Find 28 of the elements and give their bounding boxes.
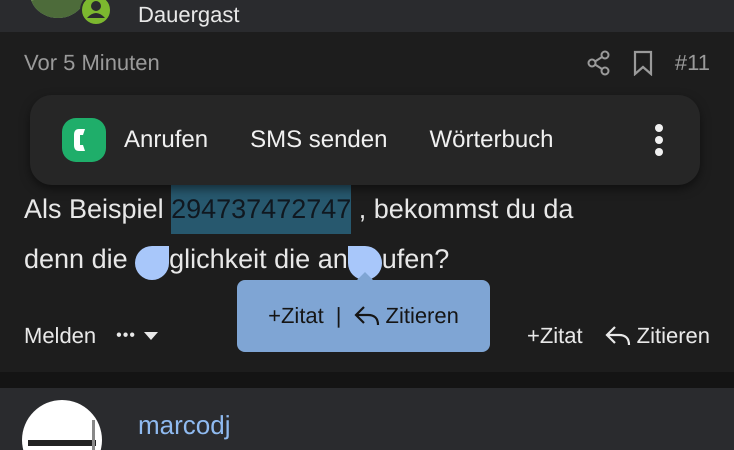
add-quote-button[interactable]: +Zitat [268,299,324,333]
post-text: denn die [24,243,129,276]
user-title: Dauergast [138,2,240,28]
reply-icon[interactable] [354,305,380,327]
post-text: glichkeit die an [169,243,348,276]
selected-text: 294737472747 [171,184,352,234]
phone-app-icon[interactable] [62,118,106,162]
quote-button[interactable]: Zitieren [354,299,459,333]
post-text: ufen? [382,243,450,276]
caret-icon[interactable] [144,332,158,340]
selection-handle[interactable] [135,246,170,280]
report-link[interactable]: Melden [24,319,96,353]
add-quote-button[interactable]: +Zitat [527,319,583,353]
menu-item[interactable]: Wörterbuch [429,120,554,160]
more-icon[interactable] [654,124,664,156]
menu-item[interactable]: SMS senden [250,120,388,160]
post-text: Als Beispiel [24,193,165,226]
separator: | [336,303,342,329]
post-time: Vor 5 Minuten [24,50,161,76]
quote-button[interactable]: Zitieren [604,319,710,353]
post-number[interactable]: #11 [674,50,710,76]
post-text: , bekommst du da [358,193,574,226]
share-icon[interactable] [586,50,611,76]
author-name[interactable]: marcodj [138,410,230,441]
more-menu[interactable]: ••• [116,327,136,345]
menu-item[interactable]: Anrufen [62,112,208,168]
bookmark-icon[interactable] [632,50,653,76]
selection-handle[interactable] [348,246,382,280]
